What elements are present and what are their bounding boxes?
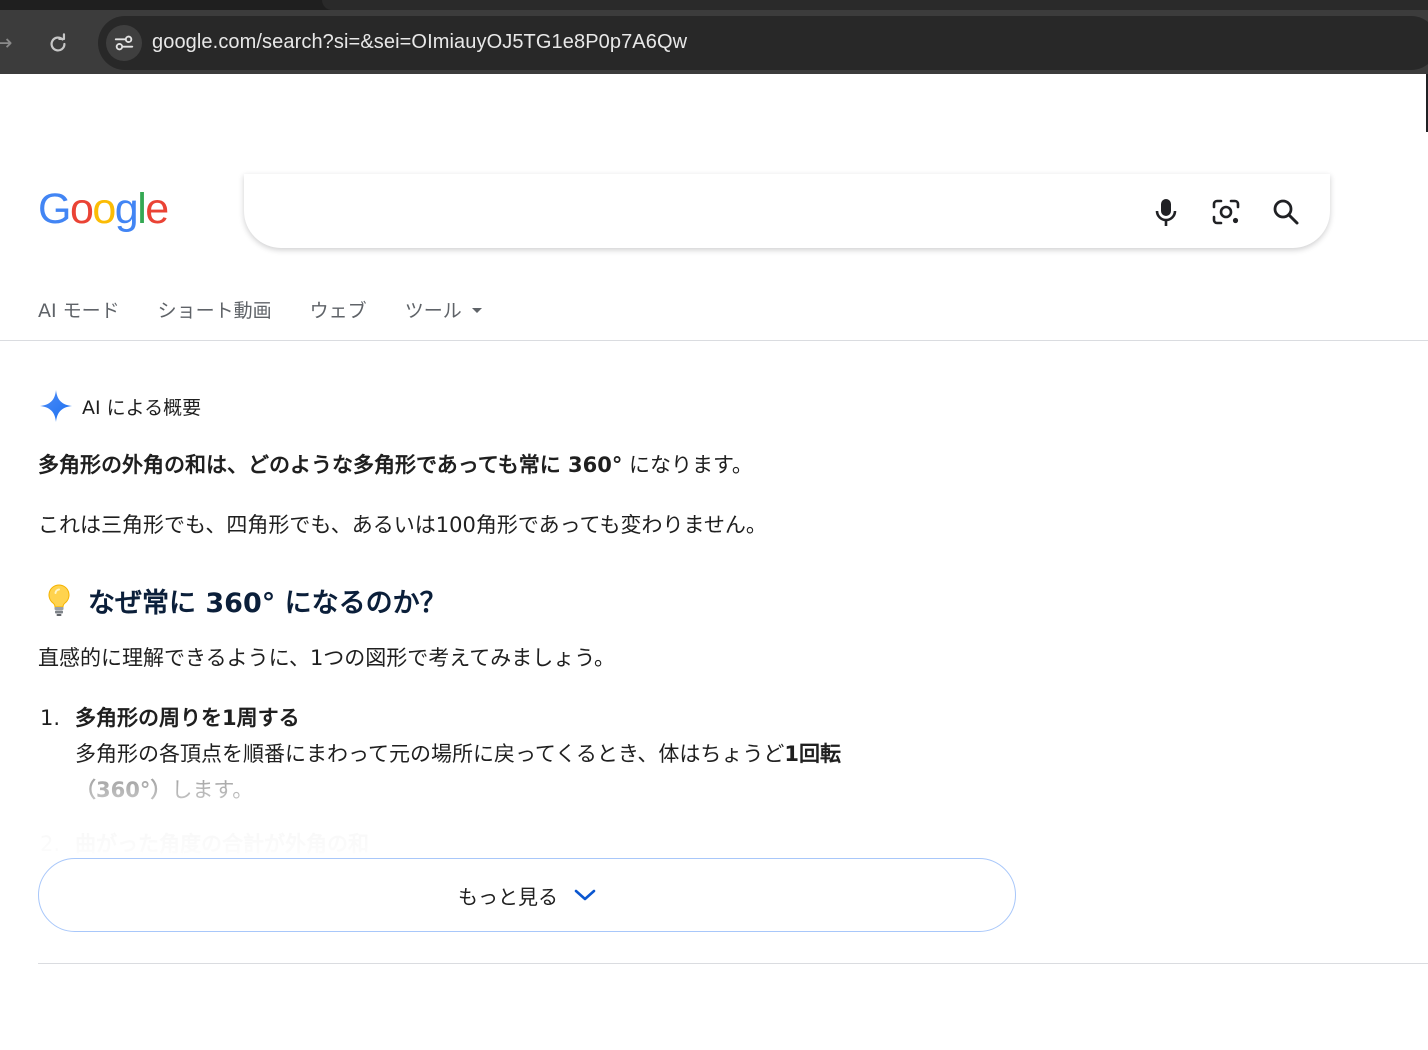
ai-lead-rest: になります。 — [622, 453, 753, 477]
logo-letter: o — [92, 185, 116, 233]
lightbulb-icon — [38, 580, 80, 620]
logo-letter: G — [38, 185, 71, 233]
list-body-text: 多角形の各頂点を順番にまわって元の場所に戻ってくるとき、体はちょうど — [75, 742, 785, 766]
ai-overview-header: AI による概要 — [38, 388, 201, 424]
caret-down-icon — [471, 307, 482, 313]
lens-icon[interactable] — [1206, 192, 1246, 232]
tab-web[interactable]: ウェブ — [310, 296, 367, 323]
list-item-title: 曲がった角度の合計が外角の和 — [75, 832, 369, 856]
logo-letter: e — [145, 185, 169, 233]
address-bar[interactable]: google.com/search?si=&sei=OImiauyOJ5TG1e… — [98, 16, 1428, 70]
tab-label: ウェブ — [309, 299, 367, 322]
site-settings-icon[interactable] — [106, 25, 142, 61]
tab-tools[interactable]: ツール — [405, 296, 482, 323]
ai-paragraph-3: 直感的に理解できるように、1つの図形で考えてみましょう。 — [38, 646, 615, 670]
gemini-sparkle-icon — [40, 390, 72, 422]
google-logo[interactable]: Google — [38, 183, 169, 235]
tab-ai-mode[interactable]: AI モード — [38, 296, 120, 323]
browser-tab-strip — [0, 0, 1428, 10]
search-icon[interactable] — [1266, 192, 1306, 232]
ai-heading-text: なぜ常に 360° になるのか？ — [88, 587, 447, 619]
list-item-number: 2. — [40, 832, 61, 856]
logo-letter: o — [69, 185, 94, 233]
ai-lead-bold: 多角形の外角の和は、どのような多角形であっても常に 360° — [38, 453, 623, 477]
url-text[interactable]: google.com/search?si=&sei=OImiauyOJ5TG1e… — [152, 31, 687, 54]
tab-label: ショート動画 — [157, 299, 272, 322]
show-more-button[interactable]: もっと見る — [38, 858, 1016, 932]
list-item-title: 多角形の周りを1周する — [75, 706, 300, 730]
search-tabs: AI モード ショート動画 ウェブ ツール — [38, 292, 520, 326]
browser-toolbar: → google.com/search?si=&sei=OImiauyOJ5TG… — [0, 10, 1428, 74]
ai-lead-paragraph: 多角形の外角の和は、どのような多角形であっても常に 360° になります。 — [38, 450, 753, 480]
forward-arrow-icon[interactable]: → — [0, 28, 14, 60]
chevron-down-icon — [574, 889, 596, 901]
section-divider — [38, 963, 1428, 964]
active-tab[interactable] — [322, 0, 1428, 10]
mic-icon[interactable] — [1146, 192, 1186, 232]
show-more-label: もっと見る — [458, 884, 558, 909]
tab-label: AI モード — [38, 299, 120, 322]
list-item-body-line2: （360°）します。 — [75, 775, 253, 805]
tab-label: ツール — [404, 299, 462, 322]
ai-section-heading: なぜ常に 360° になるのか？ — [38, 580, 447, 620]
list-body-bold: （360°） — [75, 778, 172, 802]
ai-paragraph-2: これは三角形でも、四角形でも、あるいは100角形であっても変わりません。 — [38, 513, 767, 537]
reload-icon[interactable] — [42, 28, 74, 60]
search-box[interactable] — [244, 174, 1330, 248]
list-body-bold: 1回転 — [784, 742, 842, 766]
list-item-body-line1: 多角形の各頂点を順番にまわって元の場所に戻ってくるとき、体はちょうど1回転 — [75, 739, 841, 769]
list-body-text: します。 — [171, 778, 254, 802]
logo-letter: g — [114, 185, 139, 233]
list-item-number: 1. — [40, 706, 61, 730]
ai-overview-label: AI による概要 — [82, 396, 202, 419]
tab-short-videos[interactable]: ショート動画 — [158, 296, 272, 323]
search-input[interactable] — [274, 194, 1134, 228]
header-divider — [0, 340, 1428, 341]
